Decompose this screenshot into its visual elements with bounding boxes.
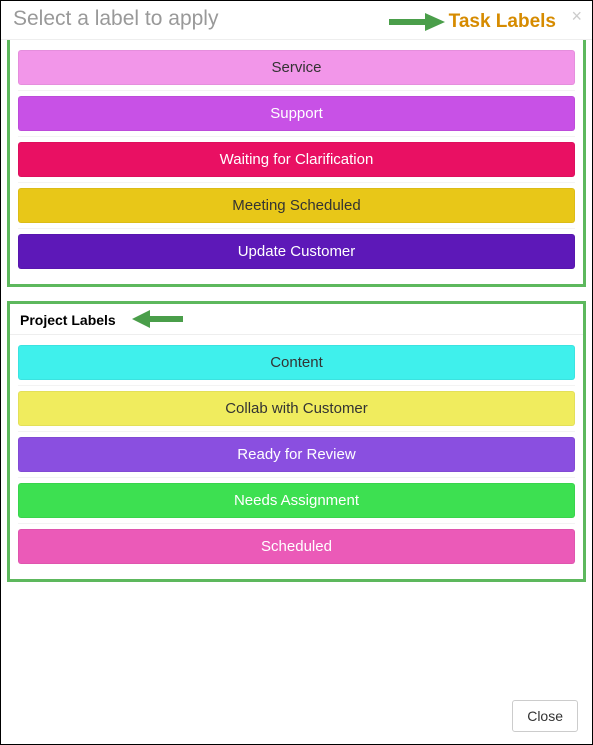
task-label-button[interactable]: Waiting for Clarification bbox=[18, 142, 575, 177]
dialog-header: Select a label to apply × Task Labels bbox=[1, 1, 592, 40]
annotation-project-labels bbox=[130, 308, 185, 333]
task-labels-section: Service Support Waiting for Clarification M… bbox=[7, 40, 586, 287]
project-row: Collab with Customer bbox=[18, 385, 575, 431]
task-label-button[interactable]: Support bbox=[18, 96, 575, 131]
project-labels-header: Project Labels bbox=[10, 304, 583, 335]
project-row: Scheduled bbox=[18, 523, 575, 569]
task-label-button[interactable]: Update Customer bbox=[18, 234, 575, 269]
task-label-button[interactable]: Service bbox=[18, 50, 575, 85]
project-labels-header-text: Project Labels bbox=[20, 312, 116, 328]
project-label-button[interactable]: Collab with Customer bbox=[18, 391, 575, 426]
project-labels-list: Content Collab with Customer Ready for Rev… bbox=[10, 335, 583, 569]
project-label-button[interactable]: Content bbox=[18, 345, 575, 380]
dialog-title: Select a label to apply bbox=[13, 7, 218, 30]
arrow-right-icon bbox=[387, 11, 447, 33]
project-row: Content bbox=[18, 335, 575, 385]
dialog-footer: Close bbox=[512, 700, 578, 732]
project-label-button[interactable]: Ready for Review bbox=[18, 437, 575, 472]
task-label-button[interactable]: Meeting Scheduled bbox=[18, 188, 575, 223]
task-row: Waiting for Clarification bbox=[18, 136, 575, 182]
project-label-button[interactable]: Scheduled bbox=[18, 529, 575, 564]
task-row: Meeting Scheduled bbox=[18, 182, 575, 228]
arrow-left-icon bbox=[130, 308, 185, 330]
close-icon[interactable]: × bbox=[571, 7, 582, 25]
project-row: Ready for Review bbox=[18, 431, 575, 477]
annotation-task-labels-text: Task Labels bbox=[449, 11, 556, 33]
task-labels-list: Service Support Waiting for Clarification M… bbox=[10, 40, 583, 274]
task-row: Support bbox=[18, 90, 575, 136]
annotation-task-labels: Task Labels bbox=[387, 11, 556, 33]
close-button[interactable]: Close bbox=[512, 700, 578, 732]
project-label-button[interactable]: Needs Assignment bbox=[18, 483, 575, 518]
task-row: Update Customer bbox=[18, 228, 575, 274]
project-row: Needs Assignment bbox=[18, 477, 575, 523]
project-labels-section: Project Labels Content Collab with Custom… bbox=[7, 301, 586, 582]
task-row: Service bbox=[18, 40, 575, 90]
